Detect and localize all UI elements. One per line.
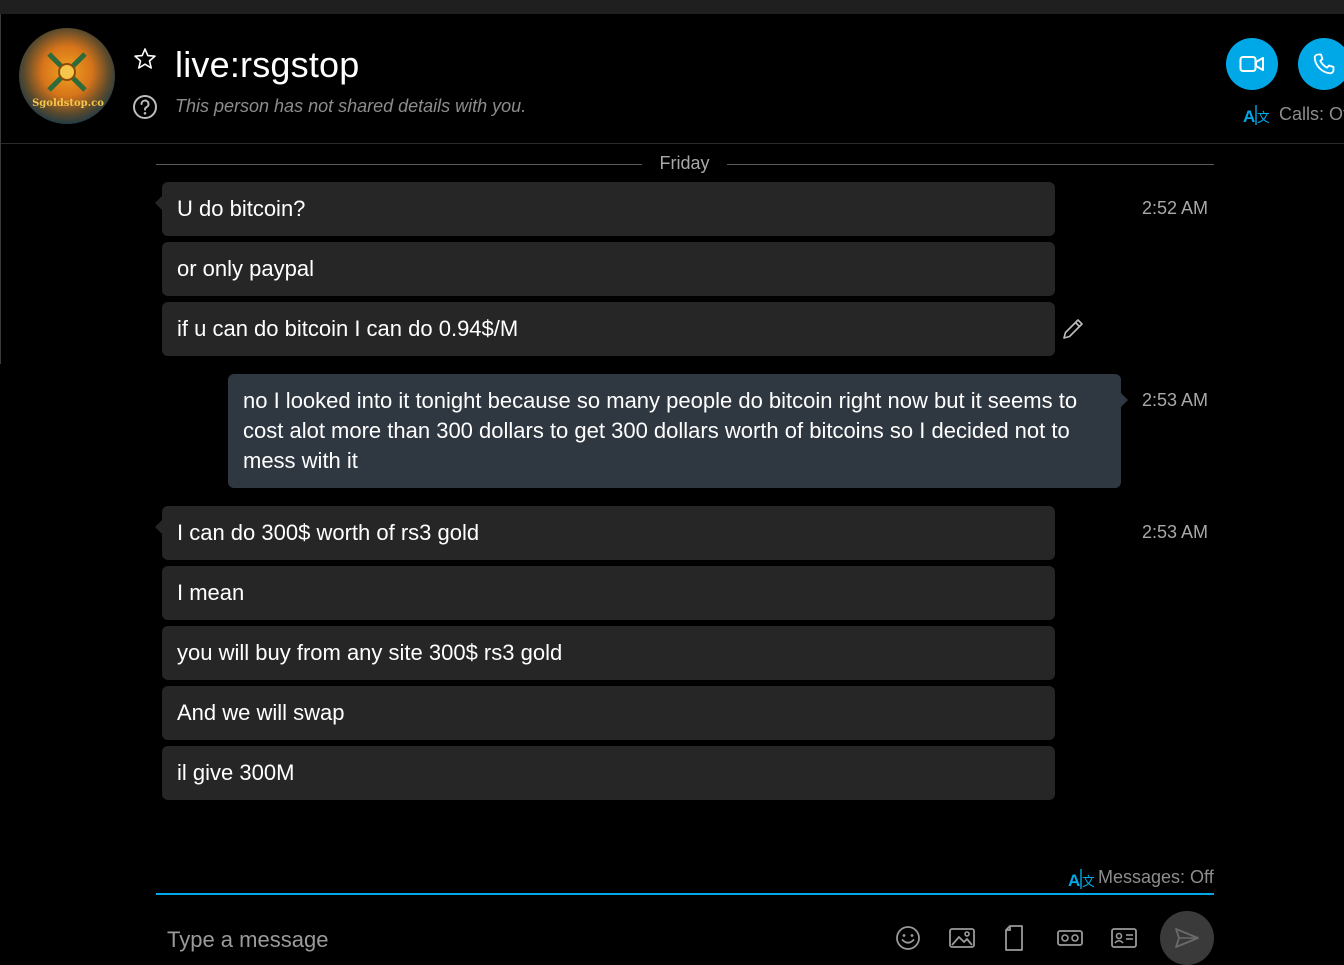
help-icon[interactable] <box>132 94 158 120</box>
contact-card-icon[interactable] <box>1110 924 1138 952</box>
message-input[interactable] <box>165 924 869 956</box>
contact-subtitle: This person has not shared details with … <box>175 96 527 116</box>
window-title-strip <box>0 0 1344 14</box>
message-timestamp: 2:53 AM <box>1142 390 1209 410</box>
message-text: And we will swap <box>177 700 345 725</box>
incoming-message[interactable]: I can do 300$ worth of rs3 gold <box>155 506 1055 560</box>
pencil-icon[interactable] <box>1060 316 1086 342</box>
svg-text:文: 文 <box>1257 111 1269 126</box>
video-message-icon[interactable] <box>1056 924 1084 952</box>
contact-avatar[interactable]: Sgoldstop.co <box>19 28 115 124</box>
phone-icon <box>1313 53 1335 75</box>
favorite-star-icon[interactable] <box>133 47 157 71</box>
message-text: no I looked into it tonight because so m… <box>243 388 1078 473</box>
audio-call-button[interactable] <box>1298 38 1344 90</box>
video-call-button[interactable] <box>1226 38 1278 90</box>
message-timestamp: 2:52 AM <box>1142 198 1209 218</box>
crossed-swords-icon <box>47 52 87 92</box>
incoming-message[interactable]: or only paypal <box>162 242 1055 296</box>
message-text: il give 300M <box>177 760 295 785</box>
file-icon[interactable] <box>1002 924 1030 952</box>
message-text: you will buy from any site 300$ rs3 gold <box>177 640 563 665</box>
incoming-message[interactable]: you will buy from any site 300$ rs3 gold <box>162 626 1055 680</box>
day-separator: Friday <box>156 150 1214 178</box>
message-text: I mean <box>177 580 245 605</box>
avatar-logo-text: Sgoldstop.co <box>32 98 104 109</box>
send-icon <box>1175 928 1199 948</box>
incoming-message[interactable]: U do bitcoin? <box>155 182 1055 236</box>
message-text: or only paypal <box>177 256 314 281</box>
send-button[interactable] <box>1160 911 1214 965</box>
outgoing-message[interactable]: no I looked into it tonight because so m… <box>228 374 1128 488</box>
image-icon[interactable] <box>948 924 976 952</box>
translate-icon[interactable]: A 文 <box>1243 104 1269 126</box>
video-camera-icon <box>1239 56 1264 72</box>
separator-line-right <box>727 164 1214 165</box>
contact-name: live:rsgstop <box>175 44 360 85</box>
message-text: U do bitcoin? <box>177 196 306 221</box>
emoji-icon[interactable] <box>894 924 922 952</box>
separator-line-left <box>156 164 642 165</box>
header-divider <box>0 143 1344 144</box>
incoming-message[interactable]: if u can do bitcoin I can do 0.94$/M <box>162 302 1055 356</box>
calls-translation-status: Calls: Of <box>1279 104 1344 124</box>
svg-text:文: 文 <box>1082 875 1094 890</box>
incoming-message[interactable]: And we will swap <box>162 686 1055 740</box>
composer-focus-line <box>156 893 1214 895</box>
incoming-message[interactable]: il give 300M <box>162 746 1055 800</box>
svg-text:A: A <box>1243 107 1255 126</box>
incoming-message[interactable]: I mean <box>162 566 1055 620</box>
message-text: I can do 300$ worth of rs3 gold <box>177 520 480 545</box>
svg-text:A: A <box>1068 871 1080 890</box>
message-timestamp: 2:53 AM <box>1142 522 1209 542</box>
pane-edge <box>0 14 1 364</box>
translate-icon[interactable]: A 文 <box>1068 868 1094 890</box>
messages-translation-status: Messages: Off <box>1098 867 1214 887</box>
day-label: Friday <box>659 153 710 173</box>
message-text: if u can do bitcoin I can do 0.94$/M <box>177 316 519 341</box>
